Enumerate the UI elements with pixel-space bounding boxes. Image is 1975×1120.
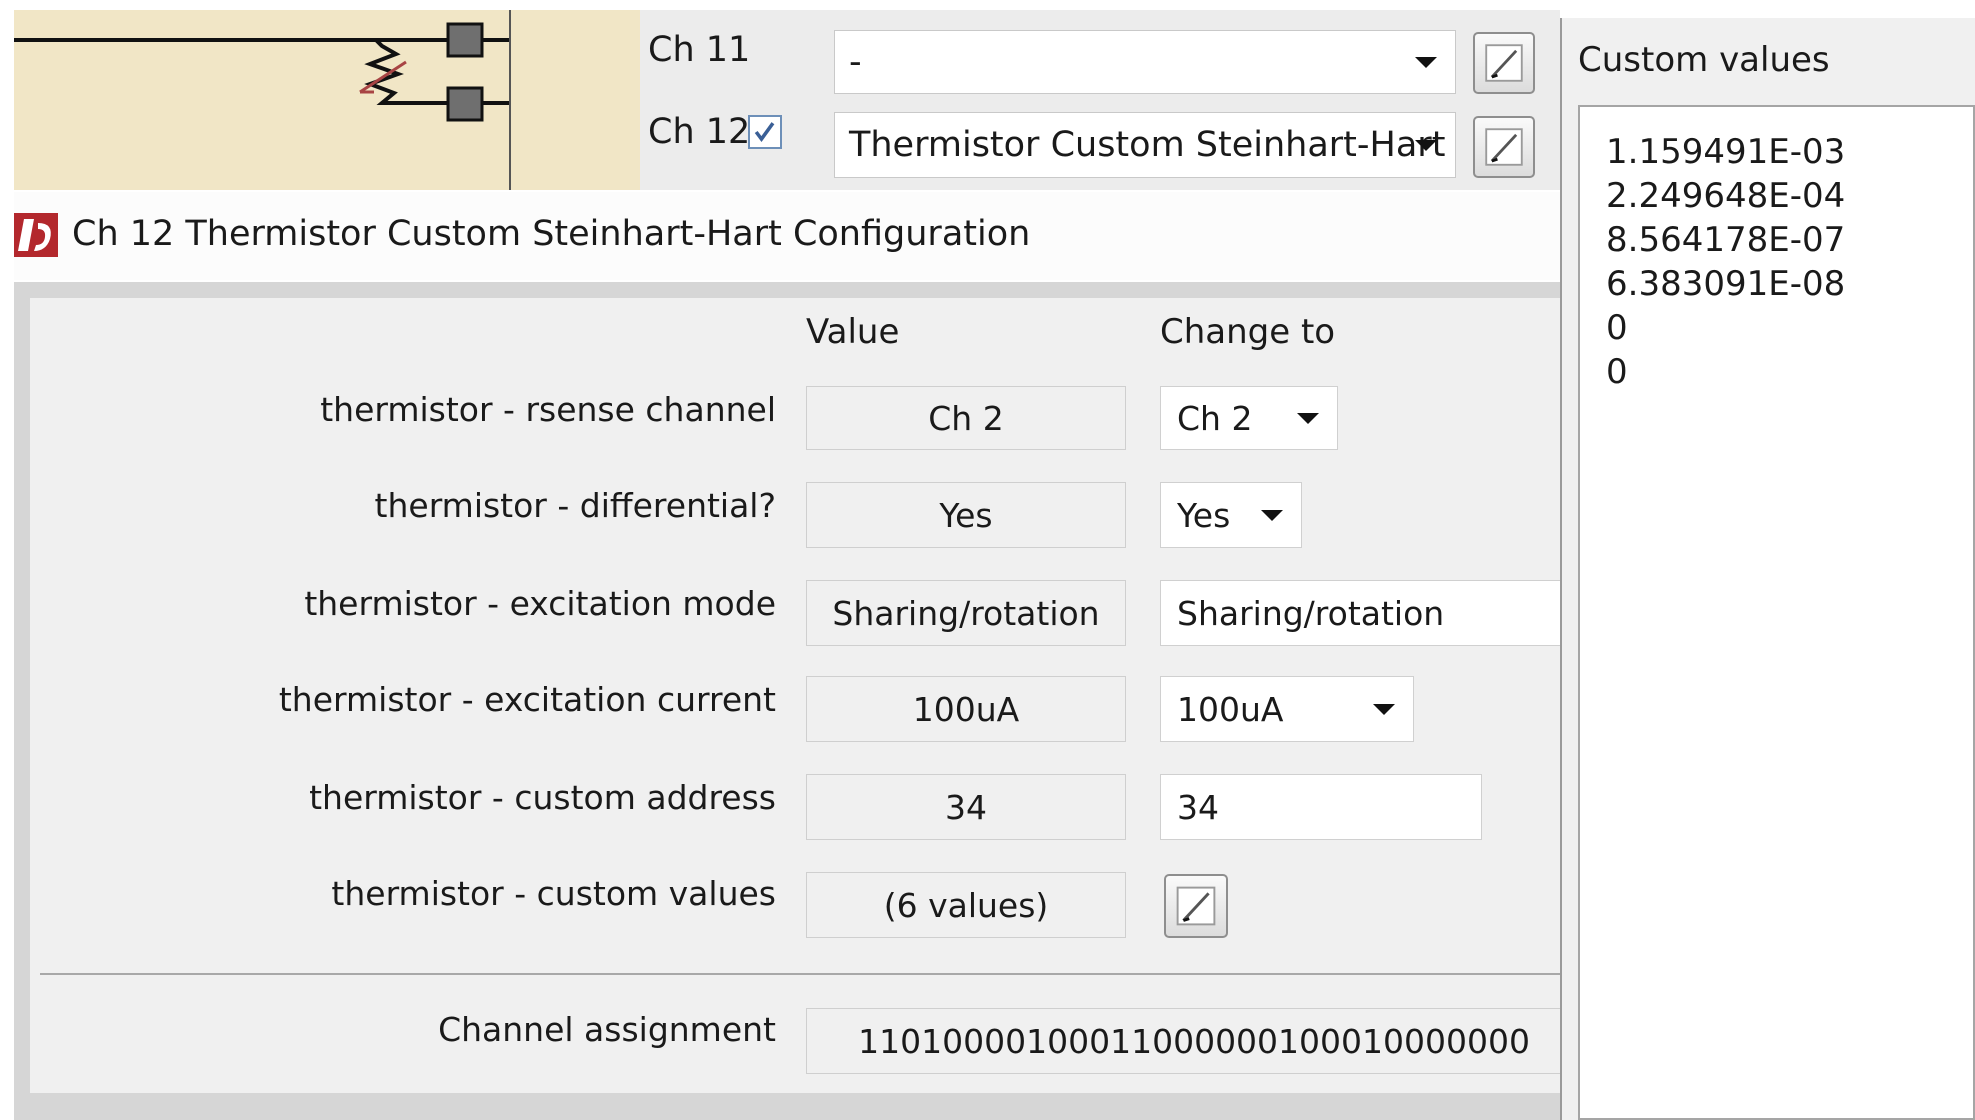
edit-pencil-icon	[1485, 128, 1523, 166]
channel-assignment-label: Channel assignment	[438, 1010, 776, 1049]
custom-values-title: Custom values	[1578, 40, 1830, 80]
channel-12-assignment-value: Thermistor Custom Steinhart-Hart	[849, 125, 1446, 165]
value-custom-values: (6 values)	[806, 872, 1126, 938]
section-divider	[40, 973, 1560, 975]
app-logo-icon	[14, 213, 58, 257]
row-label-custom-values: thermistor - custom values	[331, 874, 776, 913]
row-label-excitation-mode: thermistor - excitation mode	[304, 584, 776, 623]
value-custom-address: 34	[806, 774, 1126, 840]
rsense-channel-selected: Ch 2	[1177, 398, 1253, 438]
chevron-down-icon	[1415, 140, 1437, 151]
chevron-down-icon	[1297, 413, 1319, 424]
channel-label-11: Ch 11	[648, 30, 751, 70]
channel-assignment-value: 11010000100011000000100010000000	[806, 1008, 1560, 1074]
checkbox-checked-icon	[754, 122, 775, 143]
value-differential: Yes	[806, 482, 1126, 548]
channel-11-assignment-select[interactable]: -	[834, 30, 1456, 94]
value-excitation-current: 100uA	[806, 676, 1126, 742]
channel-12-edit-button[interactable]	[1473, 116, 1535, 178]
thermistor-symbol-icon	[14, 10, 511, 190]
custom-address-input-value: 34	[1177, 787, 1219, 827]
custom-address-input[interactable]: 34	[1160, 774, 1482, 840]
rsense-channel-select[interactable]: Ch 2	[1160, 386, 1338, 450]
value-rsense-channel: Ch 2	[806, 386, 1126, 450]
list-item[interactable]: 1.159491E-03	[1606, 132, 1845, 172]
list-item[interactable]: 0	[1606, 308, 1628, 348]
differential-select[interactable]: Yes	[1160, 482, 1302, 548]
channel-label-12: Ch 12	[648, 112, 751, 152]
list-item[interactable]: 6.383091E-08	[1606, 264, 1845, 304]
channel-11-assignment-value: -	[849, 42, 862, 82]
excitation-mode-select[interactable]: Sharing/rotation	[1160, 580, 1560, 646]
chevron-down-icon	[1261, 510, 1283, 521]
edit-pencil-icon	[1485, 44, 1523, 82]
differential-selected: Yes	[1177, 495, 1231, 535]
row-label-custom-address: thermistor - custom address	[309, 778, 776, 817]
list-item[interactable]: 8.564178E-07	[1606, 220, 1845, 260]
channel-12-checkbox[interactable]	[748, 115, 782, 149]
row-label-rsense-channel: thermistor - rsense channel	[320, 390, 776, 429]
row-label-differential: thermistor - differential?	[374, 486, 776, 525]
column-header-value: Value	[806, 312, 900, 352]
schematic-panel	[14, 10, 640, 190]
value-excitation-mode: Sharing/rotation	[806, 580, 1126, 646]
row-label-excitation-current: thermistor - excitation current	[278, 680, 776, 719]
chevron-down-icon	[1373, 704, 1395, 715]
excitation-current-select[interactable]: 100uA	[1160, 676, 1414, 742]
chevron-down-icon	[1415, 57, 1437, 68]
list-item[interactable]: 0	[1606, 352, 1628, 392]
list-item[interactable]: 2.249648E-04	[1606, 176, 1845, 216]
excitation-current-selected: 100uA	[1177, 689, 1284, 729]
edit-pencil-icon	[1176, 886, 1216, 926]
channel-11-edit-button[interactable]	[1473, 32, 1535, 94]
custom-values-edit-button[interactable]	[1164, 874, 1228, 938]
dialog-title: Ch 12 Thermistor Custom Steinhart-Hart C…	[72, 214, 1031, 254]
column-header-change-to: Change to	[1160, 312, 1336, 352]
excitation-mode-selected: Sharing/rotation	[1177, 593, 1445, 633]
channel-12-assignment-select[interactable]: Thermistor Custom Steinhart-Hart	[834, 112, 1456, 178]
